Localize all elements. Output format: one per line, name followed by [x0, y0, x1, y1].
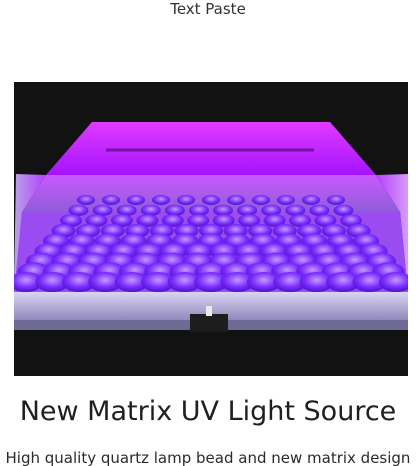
page: Text Paste New Matrix UV Light Source Hi… [0, 0, 416, 466]
product-image [14, 82, 408, 376]
led-bead [152, 195, 170, 205]
led-bead [77, 195, 95, 205]
led-bead [277, 195, 295, 205]
led-bead [227, 195, 245, 205]
text-paste-link[interactable]: Text Paste [0, 0, 416, 18]
led-bead [140, 204, 161, 216]
led-bead [285, 204, 306, 216]
led-bead [102, 195, 120, 205]
led-bead [164, 204, 185, 216]
led-bead [261, 204, 282, 216]
led-bead [92, 204, 113, 216]
led-bead [252, 195, 270, 205]
product-description: High quality quartz lamp bead and new ma… [5, 449, 411, 466]
led-bead [302, 195, 320, 205]
led-bead [127, 195, 145, 205]
led-bead [327, 195, 345, 205]
led-bead [116, 204, 137, 216]
uv-lamp-illustration [14, 82, 408, 376]
led-bead [309, 204, 330, 216]
led-bead [202, 195, 220, 205]
led-bead [237, 204, 258, 216]
product-title: New Matrix UV Light Source [19, 396, 397, 427]
led-bead [177, 195, 195, 205]
